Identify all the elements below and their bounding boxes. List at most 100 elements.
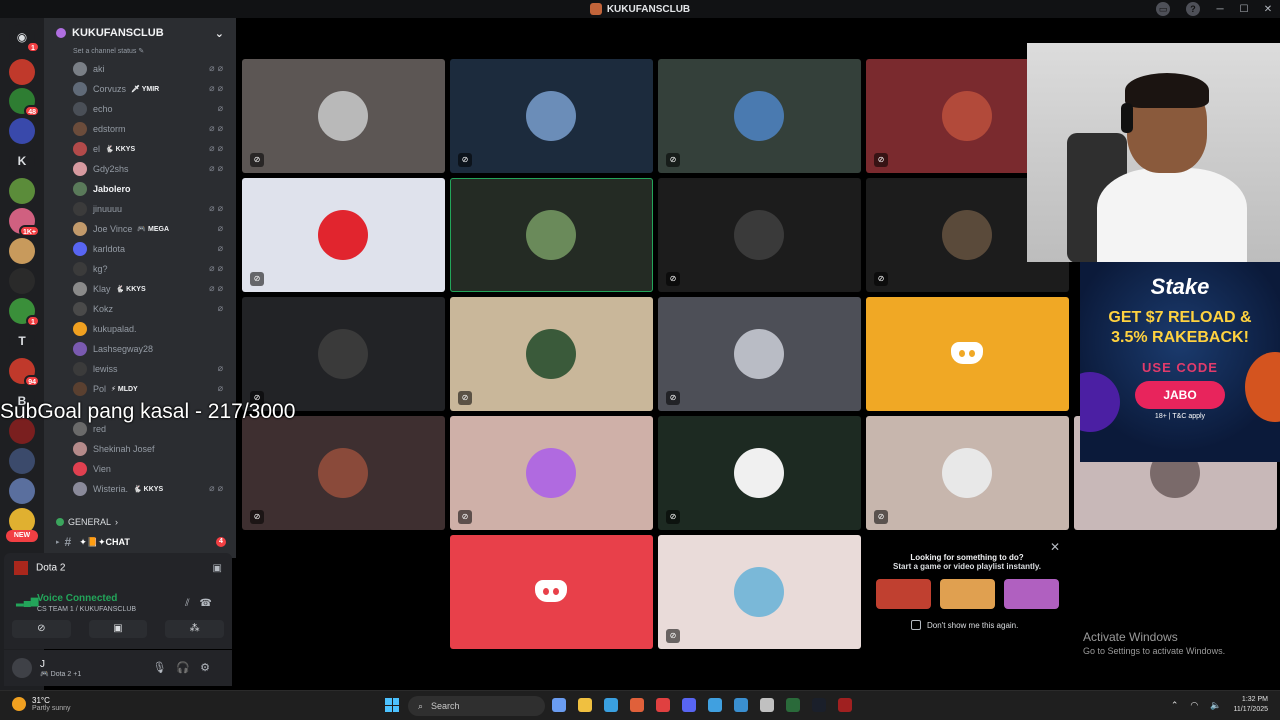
voice-member[interactable]: Kokz ⌀ xyxy=(44,299,236,319)
noise-suppression-icon[interactable]: ⫽ xyxy=(185,598,199,609)
channel-status-hint[interactable]: Set a channel status ✎ xyxy=(44,48,236,58)
taskbar-app-icon[interactable] xyxy=(760,698,774,712)
voice-member[interactable]: kukupalad. xyxy=(44,319,236,339)
participant-tile[interactable] xyxy=(866,297,1069,411)
voice-member[interactable]: Shekinah Josef xyxy=(44,439,236,459)
username[interactable]: J xyxy=(40,659,81,670)
close-button[interactable]: ✕ xyxy=(1256,4,1280,15)
voice-member[interactable]: jinuuuu ⌀⌀ xyxy=(44,199,236,219)
participant-tile[interactable]: ⊘ xyxy=(658,297,861,411)
voice-member[interactable]: kg? ⌀⌀ xyxy=(44,259,236,279)
server-icon[interactable]: K xyxy=(9,148,35,174)
server-icon[interactable]: 1 xyxy=(9,298,40,327)
server-icon[interactable] xyxy=(9,448,35,474)
participant-tile[interactable]: ⊘ xyxy=(658,178,861,292)
activity-row[interactable]: Dota 2 ▣ xyxy=(4,553,232,583)
camera-off-button[interactable]: ⊘ xyxy=(12,620,71,638)
participant-tile[interactable]: ⊘ xyxy=(450,59,653,173)
inbox-icon[interactable]: ▭ xyxy=(1156,2,1170,16)
voice-member[interactable]: edstorm ⌀⌀ xyxy=(44,119,236,139)
channel-chat[interactable]: ▸ # ✦📙✦CHAT 4 xyxy=(44,533,236,551)
server-icon[interactable]: 48 xyxy=(9,88,40,117)
taskbar-app-icon[interactable] xyxy=(656,698,670,712)
participant-tile[interactable]: ⊘ xyxy=(450,297,653,411)
weather-widget[interactable]: 31°C Partly sunny xyxy=(12,696,71,712)
taskbar-app-icon[interactable] xyxy=(812,698,826,712)
category-general[interactable]: GENERAL › xyxy=(56,517,118,527)
wifi-icon[interactable]: ◠ xyxy=(1190,700,1198,711)
participant-tile[interactable]: ⊘ xyxy=(658,535,861,649)
help-icon[interactable]: ? xyxy=(1186,2,1200,16)
participant-tile[interactable]: ⊘ xyxy=(658,416,861,530)
server-icon[interactable] xyxy=(9,268,35,294)
chevron-up-icon[interactable]: ⌃ xyxy=(1171,700,1179,711)
gear-icon[interactable]: ⚙ xyxy=(200,662,220,674)
voice-member[interactable]: Klay 🐇 KKYS ⌀⌀ xyxy=(44,279,236,299)
maximize-button[interactable]: ☐ xyxy=(1232,4,1256,15)
voice-member[interactable]: Wisteria. 🐇 KKYS ⌀⌀ xyxy=(44,479,236,499)
volume-icon[interactable]: 🔈 xyxy=(1210,700,1221,711)
voice-member[interactable]: Pol ⚡ MLDY ⌀ xyxy=(44,379,236,399)
server-icon[interactable]: 94 xyxy=(9,358,40,387)
voice-member[interactable]: lewiss ⌀ xyxy=(44,359,236,379)
voice-member[interactable]: Joe Vince 🎮 MEGA ⌀ xyxy=(44,219,236,239)
start-button[interactable] xyxy=(385,698,399,712)
ad-code-button[interactable]: JABO xyxy=(1135,381,1225,409)
taskbar-app-icon[interactable] xyxy=(578,698,592,712)
mic-icon[interactable]: 🎙 xyxy=(152,662,176,674)
stream-icon[interactable]: ▣ xyxy=(213,563,222,574)
taskbar-app-icon[interactable] xyxy=(604,698,618,712)
activity-thumbnail[interactable] xyxy=(1003,579,1059,609)
server-icon[interactable] xyxy=(9,118,35,144)
avatar[interactable] xyxy=(12,658,32,678)
close-icon[interactable]: ✕ xyxy=(1050,540,1060,554)
server-icon[interactable] xyxy=(9,178,35,204)
participant-tile[interactable]: ⊘ xyxy=(242,178,445,292)
server-icon[interactable]: T xyxy=(9,328,35,354)
voice-member[interactable]: Gdy2shs ⌀⌀ xyxy=(44,159,236,179)
taskbar-app-icon[interactable] xyxy=(708,698,722,712)
voice-member[interactable]: karldota ⌀ xyxy=(44,239,236,259)
server-icon[interactable] xyxy=(9,59,35,85)
participant-tile[interactable]: ⊘ xyxy=(242,59,445,173)
participant-tile[interactable] xyxy=(450,535,653,649)
participant-tile[interactable]: ⊘ xyxy=(242,416,445,530)
server-icon[interactable] xyxy=(9,478,35,504)
participant-tile[interactable] xyxy=(450,178,653,292)
taskbar-app-icon[interactable] xyxy=(630,698,644,712)
taskbar-app-icon[interactable] xyxy=(838,698,852,712)
participant-tile[interactable]: ⊘ xyxy=(866,416,1069,530)
taskbar-search[interactable]: ⌕ Search xyxy=(408,696,545,716)
activities-button[interactable]: ⁂ xyxy=(165,620,225,638)
activity-thumbnail[interactable] xyxy=(875,579,931,609)
screen-share-button[interactable]: ▣ xyxy=(88,620,148,638)
minimize-button[interactable]: ─ xyxy=(1208,4,1232,15)
ad-banner[interactable]: Stake GET $7 RELOAD & 3.5% RAKEBACK! USE … xyxy=(1080,262,1280,462)
disconnect-icon[interactable]: ☎ xyxy=(200,598,222,609)
server-icon[interactable] xyxy=(9,238,35,264)
activity-thumbnail[interactable] xyxy=(939,579,995,609)
taskbar-app-icon[interactable] xyxy=(682,698,696,712)
participant-tile[interactable]: ⊘ xyxy=(450,416,653,530)
chevron-down-icon[interactable]: ⌄ xyxy=(215,27,224,40)
server-header[interactable]: KUKUFANSCLUB ⌄ xyxy=(44,18,236,48)
dont-show-checkbox[interactable]: Don't show me this again. xyxy=(911,620,1068,630)
participant-tile[interactable]: ⊘ xyxy=(658,59,861,173)
clock[interactable]: 1:32 PM 11/17/2025 xyxy=(1233,695,1268,715)
signal-icon[interactable]: ▂▄▆ xyxy=(16,596,38,607)
taskbar-app-icon[interactable] xyxy=(786,698,800,712)
headphones-icon[interactable]: 🎧 xyxy=(176,662,200,674)
server-icon[interactable]: ◉ 1 xyxy=(9,24,40,53)
participant-tile[interactable]: ⊘ xyxy=(242,297,445,411)
voice-member[interactable]: aki ⌀⌀ xyxy=(44,59,236,79)
avatar xyxy=(73,222,87,236)
voice-member[interactable]: Jabolero xyxy=(44,179,236,199)
voice-member[interactable]: Corvuzs 🗡 YMIR ⌀⌀ xyxy=(44,79,236,99)
taskbar-app-icon[interactable] xyxy=(552,698,566,712)
server-icon[interactable]: 1K+ xyxy=(9,208,40,237)
voice-member[interactable]: Vien xyxy=(44,459,236,479)
taskbar-app-icon[interactable] xyxy=(734,698,748,712)
voice-member[interactable]: Lashsegway28 xyxy=(44,339,236,359)
voice-member[interactable]: echo ⌀ xyxy=(44,99,236,119)
voice-member[interactable]: el 🐇 KKYS ⌀⌀ xyxy=(44,139,236,159)
